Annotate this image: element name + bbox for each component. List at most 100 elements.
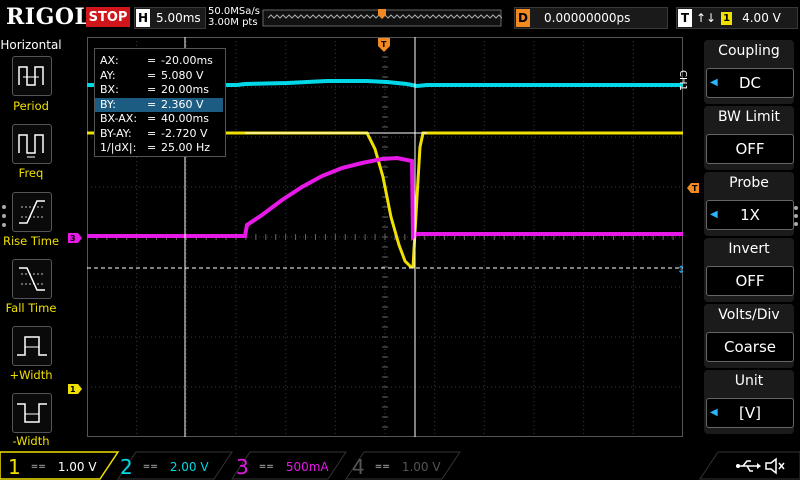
cursor-readout-value: 5.080 V — [161, 68, 204, 82]
ch3-status-tab[interactable]: 3 == 500mA — [236, 455, 329, 479]
period-label: Period — [13, 99, 49, 113]
bw-limit-label: BW Limit — [717, 109, 781, 125]
cursor-readout-eq: = — [147, 83, 157, 96]
svg-text:T: T — [692, 184, 698, 193]
positive-width-icon — [17, 336, 47, 356]
invert-label: Invert — [728, 241, 770, 257]
rise-time-measure-button[interactable] — [12, 192, 52, 232]
coupling-arrow-icon: ◀ — [710, 77, 718, 88]
ch1-scale: 1.00 V — [57, 460, 97, 474]
freq-measure-button[interactable] — [12, 124, 52, 164]
menu-page-dot — [794, 222, 798, 226]
cursor-readout-row: AY: = 5.080 V — [95, 69, 223, 83]
ch2-coupling-icon: == — [142, 462, 158, 472]
cursor-readout-value: -2.720 V — [161, 126, 208, 140]
unit-value[interactable]: [V] — [706, 398, 794, 428]
period-icon — [18, 66, 44, 86]
ch1-status-tab[interactable]: 1 == 1.00 V — [8, 455, 97, 479]
menu-page-dot — [794, 214, 798, 218]
memory-depth: 3.00M pts — [208, 17, 258, 28]
cursor-readout-eq: = — [147, 54, 157, 67]
timebase-display[interactable]: H 5.00ms — [134, 7, 206, 29]
coupling-value[interactable]: DC — [706, 68, 794, 98]
cursor-readout-eq: = — [147, 112, 157, 125]
cursor-readout-row: BX: = 20.00ms — [95, 83, 223, 97]
cursor-readout-eq: = — [147, 126, 157, 140]
ch4-scale: 1.00 V — [401, 460, 441, 474]
ch3-ground-marker[interactable]: 3 — [67, 232, 83, 244]
ch4-number: 4 — [352, 455, 365, 479]
menu-page-dot — [2, 205, 6, 209]
run-stop-status[interactable]: STOP — [86, 7, 130, 27]
cursor-readout-row: BX-AX: = 40.00ms — [95, 112, 223, 126]
ch4-coupling-icon: == — [374, 462, 390, 472]
probe-arrow-icon: ◀ — [710, 209, 718, 220]
svg-text:T: T — [381, 40, 387, 49]
freq-label: Freq — [18, 166, 44, 180]
coupling-label: Coupling — [718, 43, 780, 59]
left-menu-title: Horizontal — [0, 38, 62, 52]
cursor-readout-key: AY: — [100, 68, 116, 82]
ch1-menu-tab[interactable]: CH1 — [677, 70, 688, 91]
cursor-readout-eq: = — [147, 68, 157, 82]
negative-width-label: -Width — [12, 434, 50, 448]
usb-icon — [736, 460, 761, 472]
trigger-level-marker[interactable]: T — [686, 182, 700, 194]
trigger-source-badge: 1 — [721, 11, 733, 25]
cursor-readout-row: AX: = -20.00ms — [95, 54, 223, 68]
ch2-number: 2 — [120, 455, 133, 479]
cursor-readout-row: 1/|dX|: = 25.00 Hz — [95, 141, 223, 155]
probe-value[interactable]: 1X — [706, 200, 794, 230]
positive-width-measure-button[interactable] — [12, 326, 52, 366]
unit-label: Unit — [734, 373, 764, 389]
fall-time-icon — [19, 267, 45, 291]
menu-page-dot — [2, 214, 6, 218]
freq-icon — [18, 134, 44, 158]
fall-time-measure-button[interactable] — [12, 259, 52, 299]
trigger-tag: T — [678, 9, 692, 27]
ch1-ground-marker[interactable]: 1 — [67, 383, 83, 395]
trigger-level-value: 4.00 V — [742, 11, 781, 25]
negative-width-icon — [17, 403, 47, 423]
cursor-measurement-panel: AX: = -20.00ms AY: = 5.080 V BX: = 20.00ms BY: = 2.… — [94, 48, 226, 157]
period-measure-button[interactable] — [12, 56, 52, 96]
trigger-display[interactable]: T ↑↓ 1 4.00 V — [676, 7, 798, 29]
acquisition-info: 50.0MSa/s 3.00M pts — [208, 6, 260, 28]
cursor-readout-key: BY-AY: — [100, 126, 132, 140]
fall-time-label: Fall Time — [5, 301, 57, 315]
cursor-readout-key: BX-AX: — [100, 112, 138, 125]
menu-page-dot — [794, 206, 798, 210]
delay-display[interactable]: D 0.00000000ps — [514, 7, 668, 29]
positive-width-label: +Width — [9, 368, 53, 382]
cursor-readout-value: 20.00ms — [161, 83, 209, 96]
ch2-status-tab[interactable]: 2 == 2.00 V — [120, 455, 209, 479]
ch2-scale: 2.00 V — [169, 460, 209, 474]
trigger-position-marker[interactable]: T — [377, 37, 391, 55]
delay-value: 0.00000000ps — [544, 11, 631, 25]
cursor-readout-value: 2.360 V — [161, 97, 204, 111]
cursor-readout-eq: = — [147, 141, 157, 154]
cursor-readout-row: BY-AY: = -2.720 V — [95, 127, 223, 141]
cursor-readout-row: BY: = 2.360 V — [95, 97, 223, 112]
negative-width-measure-button[interactable] — [12, 393, 52, 433]
cursor-readout-key: AX: — [100, 54, 119, 67]
volts-div-value[interactable]: Coarse — [706, 332, 794, 362]
volts-div-label: Volts/Div — [718, 307, 780, 323]
ch4-status-tab[interactable]: 4 == 1.00 V — [352, 455, 441, 479]
rise-time-icon — [19, 200, 45, 224]
probe-label: Probe — [729, 175, 769, 191]
cursor-readout-value: 40.00ms — [161, 112, 209, 125]
ch3-coupling-icon: == — [258, 462, 274, 472]
invert-value[interactable]: OFF — [706, 266, 794, 296]
sound-muted-icon[interactable] — [764, 456, 786, 476]
unit-arrow-icon: ◀ — [710, 407, 718, 418]
memory-position-bar[interactable] — [262, 6, 502, 28]
rise-time-label: Rise Time — [2, 234, 60, 248]
delay-tag: D — [516, 9, 530, 27]
cursor-readout-key: 1/|dX|: — [100, 141, 137, 154]
ch1-coupling-icon: == — [30, 462, 46, 472]
bw-limit-value[interactable]: OFF — [706, 134, 794, 164]
timebase-tag: H — [136, 9, 150, 27]
cursor-readout-value: 25.00 Hz — [161, 141, 211, 154]
sample-rate: 50.0MSa/s — [208, 6, 260, 17]
